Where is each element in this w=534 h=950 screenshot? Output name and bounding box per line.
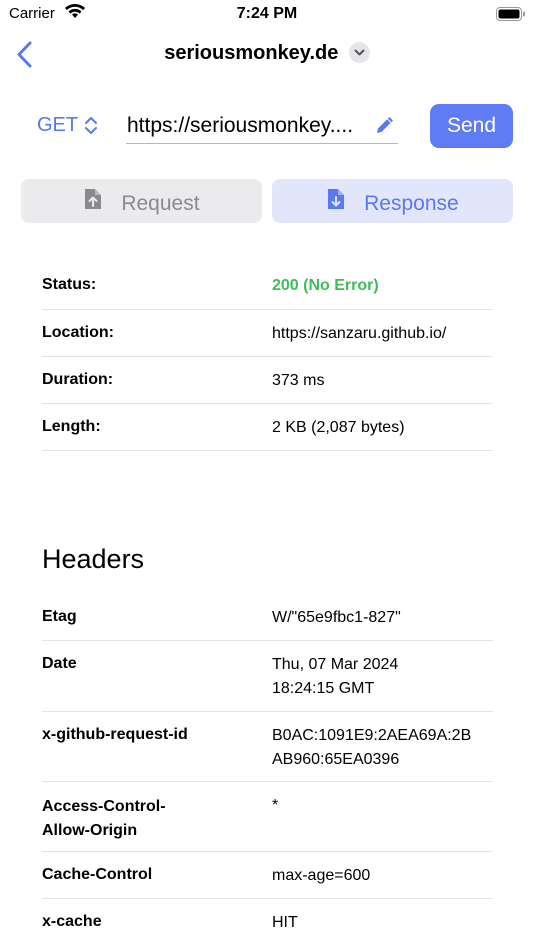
header-value-line: 18:24:15 GMT xyxy=(272,680,375,697)
summary-row-status: Status: 200 (No Error) xyxy=(42,262,493,310)
header-value-line: B0AC:1091E9:2AEA69A:2B xyxy=(272,727,472,744)
header-value: W/"65e9fbc1-827" xyxy=(272,609,401,626)
request-bar: GET https://seriousmonkey.... Send xyxy=(0,100,534,150)
summary-value: 373 ms xyxy=(272,372,325,389)
header-key-line: Allow-Origin xyxy=(42,822,138,839)
response-summary: Status: 200 (No Error) Location: https:/… xyxy=(42,262,493,451)
header-value: Thu, 07 Mar 2024 18:24:15 GMT xyxy=(272,653,493,701)
header-value: B0AC:1091E9:2AEA69A:2B AB960:65EA0396 xyxy=(272,724,493,772)
header-key: x-github-request-id xyxy=(42,726,188,743)
status-bar: Carrier 7:24 PM xyxy=(0,0,534,30)
header-key: Cache-Control xyxy=(42,866,153,883)
summary-row-length: Length: 2 KB (2,087 bytes) xyxy=(42,404,493,451)
tab-response[interactable]: Response xyxy=(272,179,513,223)
status-value: 200 (No Error) xyxy=(272,277,379,294)
header-value-line: AB960:65EA0396 xyxy=(272,751,400,768)
section-title-headers: Headers xyxy=(42,544,145,574)
header-key-line: Access-Control- xyxy=(42,798,166,815)
chevron-down-icon[interactable] xyxy=(348,42,370,63)
summary-value: https://sanzaru.github.io/ xyxy=(272,325,447,342)
tab-response-label: Response xyxy=(364,192,459,215)
summary-row-duration: Duration: 373 ms xyxy=(42,357,493,404)
clock: 7:24 PM xyxy=(236,5,298,22)
pencil-icon[interactable] xyxy=(374,114,396,141)
method-selector[interactable]: GET xyxy=(37,114,78,137)
send-button[interactable]: Send xyxy=(430,104,513,148)
header-key: Access-Control- Allow-Origin xyxy=(42,795,166,843)
headers-table: Etag W/"65e9fbc1-827" Date Thu, 07 Mar 2… xyxy=(42,594,493,946)
header-value: max-age=600 xyxy=(272,867,371,884)
header-row: x-cache HIT xyxy=(42,899,493,946)
header-value: * xyxy=(272,797,279,814)
up-down-chevron-icon[interactable] xyxy=(84,116,98,141)
url-input[interactable]: https://seriousmonkey.... xyxy=(126,108,398,144)
summary-key: Length: xyxy=(42,418,101,435)
header-key: Date xyxy=(42,655,77,672)
header-value: HIT xyxy=(272,914,298,931)
summary-value: 2 KB (2,087 bytes) xyxy=(272,419,405,436)
summary-key: Status: xyxy=(42,276,97,293)
header-row: Cache-Control max-age=600 xyxy=(42,852,493,899)
summary-key: Location: xyxy=(42,324,114,341)
navigation-bar: seriousmonkey.de xyxy=(0,30,534,80)
tab-request-label: Request xyxy=(121,192,200,215)
url-value[interactable]: https://seriousmonkey.... xyxy=(127,114,367,138)
header-row: Access-Control- Allow-Origin * xyxy=(42,782,493,852)
header-key: x-cache xyxy=(42,913,102,930)
document-upload-icon xyxy=(83,187,103,217)
header-key: Etag xyxy=(42,608,77,625)
tab-request[interactable]: Request xyxy=(21,179,262,223)
document-download-icon xyxy=(326,187,346,217)
title-menu[interactable]: seriousmonkey.de xyxy=(0,42,534,65)
page-title: seriousmonkey.de xyxy=(164,42,339,64)
header-value-line: Thu, 07 Mar 2024 xyxy=(272,656,399,673)
header-row: Date Thu, 07 Mar 2024 18:24:15 GMT xyxy=(42,641,493,712)
battery-icon xyxy=(496,7,526,21)
header-row: x-github-request-id B0AC:1091E9:2AEA69A:… xyxy=(42,712,493,782)
header-row: Etag W/"65e9fbc1-827" xyxy=(42,594,493,641)
summary-key: Duration: xyxy=(42,371,114,388)
summary-row-location: Location: https://sanzaru.github.io/ xyxy=(42,310,493,357)
